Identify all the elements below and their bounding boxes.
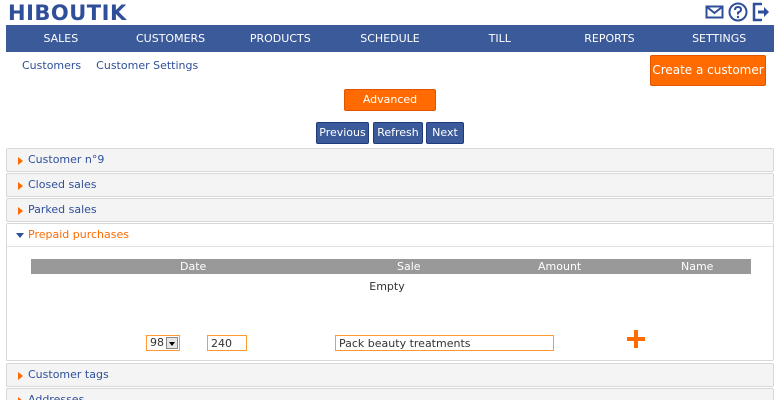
sub-navigation: Customers Customer Settings: [22, 59, 198, 72]
quantity-select[interactable]: 98: [146, 335, 180, 351]
header-icons: [705, 2, 770, 22]
column-name: Name: [681, 260, 714, 273]
panel-parked-sales-label: Parked sales: [28, 203, 97, 216]
nav-item-schedule[interactable]: SCHEDULE: [335, 25, 445, 52]
nav-item-customers[interactable]: CUSTOMERS: [116, 25, 226, 52]
nav-item-products[interactable]: PRODUCTS: [225, 25, 335, 52]
app-logo: HIBOUTIK: [8, 1, 127, 25]
nav-item-till[interactable]: TILL: [445, 25, 555, 52]
caret-right-icon: [18, 157, 23, 165]
quantity-value: 98: [150, 336, 164, 349]
column-sale: Sale: [397, 260, 421, 273]
caret-right-icon: [18, 182, 23, 190]
caret-down-icon: [16, 233, 24, 238]
panel-prepaid-header[interactable]: Prepaid purchases: [7, 224, 773, 247]
next-button[interactable]: Next: [426, 122, 464, 144]
mail-icon[interactable]: [705, 3, 724, 21]
column-date: Date: [180, 260, 207, 273]
caret-right-icon: [18, 207, 23, 215]
help-icon[interactable]: [728, 2, 748, 22]
advanced-search-button[interactable]: Advanced search: [344, 89, 436, 126]
subnav-customer-settings-link[interactable]: Customer Settings: [96, 59, 198, 72]
create-customer-button[interactable]: Create a customer: [650, 55, 766, 86]
amount-input[interactable]: [207, 335, 247, 351]
panel-addresses[interactable]: Addresses: [6, 388, 774, 400]
column-amount: Amount: [538, 260, 582, 273]
caret-right-icon: [18, 372, 23, 380]
nav-item-reports[interactable]: REPORTS: [555, 25, 665, 52]
previous-button[interactable]: Previous: [316, 122, 369, 144]
empty-state: Empty: [369, 280, 405, 293]
panel-closed-sales-label: Closed sales: [28, 178, 97, 191]
panel-addresses-label: Addresses: [28, 393, 85, 400]
panel-closed-sales[interactable]: Closed sales: [6, 173, 774, 197]
panel-customer-label: Customer n°9: [28, 153, 105, 166]
main-nav: SALES CUSTOMERS PRODUCTS SCHEDULE TILL R…: [6, 25, 774, 52]
panel-customer-tags-label: Customer tags: [28, 368, 109, 381]
add-plus-icon[interactable]: [627, 330, 645, 348]
panel-parked-sales[interactable]: Parked sales: [6, 198, 774, 222]
name-input[interactable]: [335, 335, 554, 351]
nav-item-settings[interactable]: SETTINGS: [664, 25, 774, 52]
dropdown-arrow-icon[interactable]: [166, 337, 178, 349]
logout-icon[interactable]: [752, 2, 770, 22]
subnav-customers-link[interactable]: Customers: [22, 59, 81, 72]
panel-prepaid-label: Prepaid purchases: [28, 228, 129, 241]
panel-prepaid-purchases: Prepaid purchases Date Sale Amount Name …: [6, 223, 774, 361]
nav-item-sales[interactable]: SALES: [6, 25, 116, 52]
prepaid-table-header: Date Sale Amount Name: [31, 259, 751, 274]
panel-customer-tags[interactable]: Customer tags: [6, 363, 774, 387]
panel-customer[interactable]: Customer n°9: [6, 148, 774, 172]
refresh-button[interactable]: Refresh: [373, 122, 423, 144]
